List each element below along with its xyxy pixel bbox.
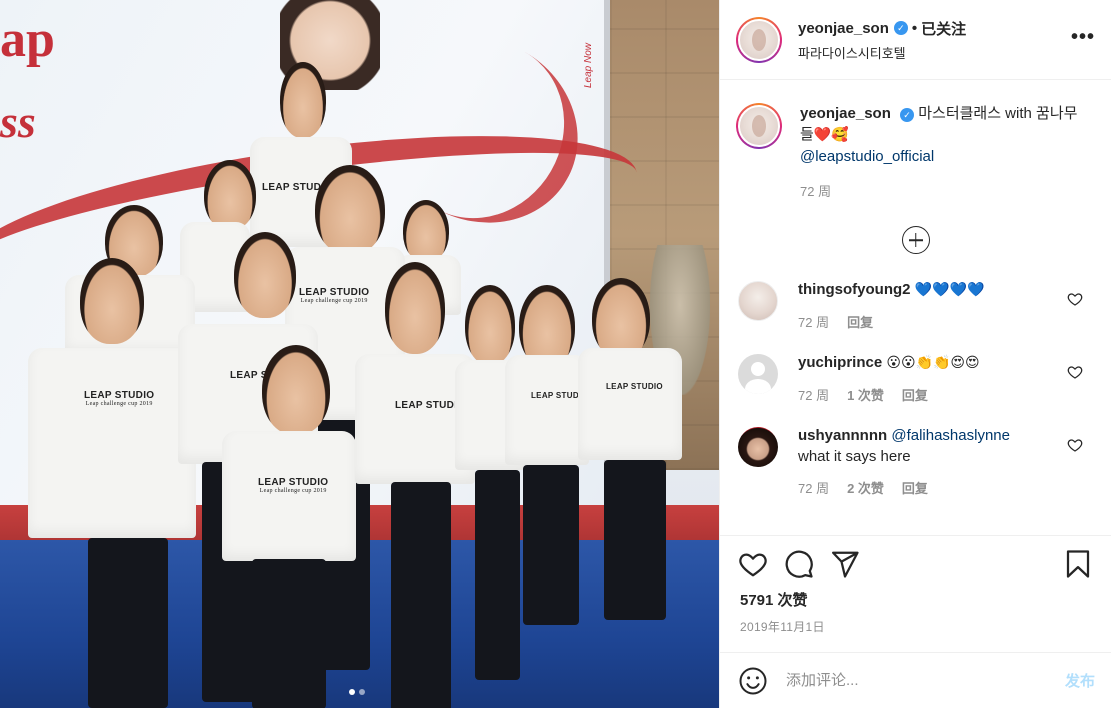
author-username[interactable]: yeonjae_son xyxy=(798,20,889,37)
comment-mention-link[interactable]: @falihashaslynne xyxy=(891,427,1010,444)
header-separator: • xyxy=(911,19,918,37)
shirt-logo-text: LEAP STUDIO xyxy=(299,287,370,298)
more-options-icon[interactable]: ••• xyxy=(1071,26,1095,49)
post-header: yeonjae_son ✓ • 已关注 파라다이스시티호텔 ••• xyxy=(720,0,1111,80)
verified-badge-icon: ✓ xyxy=(893,21,908,35)
author-avatar[interactable] xyxy=(736,16,782,63)
emoji-smiley-icon[interactable] xyxy=(738,666,768,696)
add-comment-bar: 发布 xyxy=(720,652,1111,708)
commenter-username[interactable]: ushyannnnn xyxy=(798,427,887,444)
caption-avatar[interactable] xyxy=(736,103,782,149)
comment-time[interactable]: 72 周 xyxy=(798,312,829,333)
shirt-sub-text: Leap challenge cup 2019 xyxy=(300,298,368,304)
comment-text: what it says here xyxy=(798,448,911,465)
comment-text: 💙💙💙💙 xyxy=(914,282,985,298)
photo-banner-text-top: ap xyxy=(0,11,55,68)
comment-reply-button[interactable]: 回复 xyxy=(847,312,873,333)
caption-time[interactable]: 72 周 xyxy=(800,181,1080,202)
photo-banner-text-bottom: ss xyxy=(0,96,36,147)
shirt-sub-text: Leap challenge cup 2019 xyxy=(85,401,153,407)
post-location[interactable]: 파라다이스시티호텔 xyxy=(798,43,966,62)
comment-time[interactable]: 72 周 xyxy=(798,478,829,499)
follow-status-button[interactable]: 已关注 xyxy=(921,18,966,39)
comment-likes-count[interactable]: 1 次赞 xyxy=(847,385,884,406)
post-photo[interactable]: ap ss Leap Now LEAP STUDIO LEAP STUDIO Le… xyxy=(0,0,719,708)
post-comment-button[interactable]: 发布 xyxy=(1065,670,1095,691)
post-actions: 5791 次赞 2019年11月1日 发布 xyxy=(720,535,1111,708)
caption-username[interactable]: yeonjae_son xyxy=(800,105,891,122)
post-caption: yeonjae_son ✓ 마스터클래스 with 꿈나무들❤️🥰 @leaps… xyxy=(720,80,1111,202)
comments-section: yeonjae_son ✓ 마스터클래스 with 꿈나무들❤️🥰 @leaps… xyxy=(720,80,1111,535)
add-comment-input[interactable] xyxy=(786,672,1065,689)
commenter-username[interactable]: yuchiprince xyxy=(798,354,882,371)
comment-time[interactable]: 72 周 xyxy=(798,385,829,406)
comment-like-heart-icon[interactable] xyxy=(1067,364,1083,380)
shirt-logo-text: LEAP STUDIO xyxy=(258,477,329,488)
comment-bubble-icon[interactable] xyxy=(784,549,814,579)
default-avatar-body-icon xyxy=(745,379,771,394)
like-heart-icon[interactable] xyxy=(738,549,768,579)
commenter-username[interactable]: thingsofyoung2 xyxy=(798,281,911,298)
default-avatar-person-icon xyxy=(751,362,765,376)
caption-mention-link[interactable]: @leapstudio_official xyxy=(800,146,1080,167)
share-paper-plane-icon[interactable] xyxy=(830,549,860,579)
post-date[interactable]: 2019年11月1日 xyxy=(720,610,1111,635)
carousel-indicator xyxy=(349,689,365,695)
comment-item: thingsofyoung2 💙💙💙💙 72 周 回复 xyxy=(720,279,1111,333)
load-more-plus-icon[interactable] xyxy=(901,226,930,254)
shirt-logo-text: LEAP STUDIO xyxy=(84,390,155,401)
comment-text: 😮😮👏👏😍😍 xyxy=(886,355,980,371)
carousel-dot[interactable] xyxy=(359,689,365,695)
save-bookmark-icon[interactable] xyxy=(1063,549,1093,579)
comment-likes-count[interactable]: 2 次赞 xyxy=(847,478,884,499)
commenter-avatar[interactable] xyxy=(738,281,778,321)
caption-emojis: ❤️🥰 xyxy=(813,127,849,143)
comment-reply-button[interactable]: 回复 xyxy=(902,478,928,499)
comment-item: ushyannnnn @falihashaslynne what it says… xyxy=(720,425,1111,499)
comment-like-heart-icon[interactable] xyxy=(1067,291,1083,307)
instagram-post: ap ss Leap Now LEAP STUDIO LEAP STUDIO Le… xyxy=(0,0,1111,708)
likes-count[interactable]: 5791 次赞 xyxy=(720,579,1111,610)
commenter-avatar-default[interactable] xyxy=(738,354,778,394)
load-more-comments xyxy=(720,226,1111,257)
shirt-logo-text: LEAP STUDIO xyxy=(606,382,663,391)
comment-item: yuchiprince 😮😮👏👏😍😍 72 周 1 次赞 回复 xyxy=(720,352,1111,406)
shirt-sub-text: Leap challenge cup 2019 xyxy=(259,488,327,494)
author-meta: yeonjae_son ✓ • 已关注 파라다이스시티호텔 xyxy=(798,18,966,62)
carousel-dot-active xyxy=(349,689,355,695)
photo-banner-side-text: Leap Now xyxy=(583,42,595,89)
comment-reply-button[interactable]: 回复 xyxy=(902,385,928,406)
post-side-panel: yeonjae_son ✓ • 已关注 파라다이스시티호텔 ••• yeonja… xyxy=(719,0,1111,708)
verified-badge-icon: ✓ xyxy=(900,108,915,122)
commenter-avatar[interactable] xyxy=(738,427,778,467)
comment-like-heart-icon[interactable] xyxy=(1067,437,1083,453)
